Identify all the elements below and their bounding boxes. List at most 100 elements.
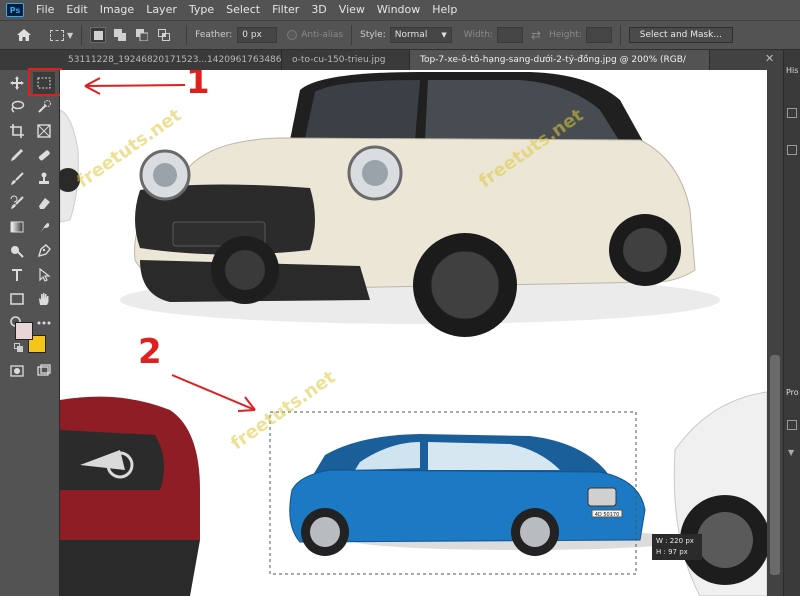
eraser-tool[interactable]	[33, 192, 55, 214]
ellipsis-icon	[37, 321, 51, 325]
default-colors-icon[interactable]	[14, 343, 24, 353]
tab-document-2[interactable]: o-to-cu-150-trieu.jpg	[282, 50, 410, 70]
home-icon	[17, 29, 31, 41]
style-select[interactable]: Normal ▼	[389, 27, 452, 43]
tab-label: 53111228_19246820171523...14209617634860…	[68, 55, 282, 65]
select-and-mask-button[interactable]: Select and Mask...	[628, 27, 733, 43]
chevron-down-icon[interactable]: ▼	[788, 448, 794, 457]
red-arrow-2	[171, 374, 256, 412]
tab-document-active[interactable]: Top-7-xe-ô-tô-hạng-sang-dưới-2-tỷ-đồng.j…	[410, 50, 710, 70]
tab-label: o-to-cu-150-trieu.jpg	[292, 55, 386, 65]
canvas-artwork: 4D 50170	[60, 72, 767, 596]
subtract-selection-icon	[136, 29, 149, 41]
spot-healing-tool[interactable]	[33, 144, 55, 166]
selection-size-tooltip: W : 220 px H : 97 px	[652, 534, 702, 560]
partial-volvo-car	[60, 396, 200, 596]
gradient-icon	[10, 221, 24, 233]
healing-brush-icon	[38, 150, 50, 161]
screen-mode-button[interactable]	[33, 360, 55, 382]
menu-image[interactable]: Image	[94, 0, 140, 20]
scrollbar-thumb[interactable]	[770, 355, 780, 575]
menu-window[interactable]: Window	[371, 0, 426, 20]
chevron-down-icon: ▼	[67, 30, 74, 40]
intersect-selection-icon	[158, 29, 171, 41]
pen-icon	[37, 244, 51, 258]
menu-edit[interactable]: Edit	[60, 0, 93, 20]
type-tool[interactable]	[6, 264, 28, 286]
canvas-scrollbar[interactable]	[767, 70, 783, 596]
menu-3d[interactable]: 3D	[305, 0, 332, 20]
properties-panel-tab[interactable]: Pro	[786, 388, 799, 397]
path-selection-tool[interactable]	[33, 264, 55, 286]
move-icon	[10, 76, 24, 90]
photoshop-logo: Ps	[6, 3, 24, 17]
menu-type[interactable]: Type	[183, 0, 220, 20]
antialias-label: Anti-alias	[301, 30, 344, 40]
close-tab-button[interactable]: ✕	[765, 52, 774, 65]
dodge-tool[interactable]	[6, 240, 28, 262]
new-selection-icon	[93, 30, 103, 40]
subtract-selection-button[interactable]	[134, 27, 150, 43]
history-panel-tab[interactable]: His	[786, 66, 798, 75]
quick-mask-button[interactable]	[6, 360, 28, 382]
chevron-down-icon: ▼	[441, 31, 447, 39]
rectangle-shape-icon	[10, 293, 24, 305]
dodge-icon	[11, 246, 24, 258]
gradient-tool[interactable]	[6, 216, 28, 238]
intersect-selection-button[interactable]	[156, 27, 172, 43]
eyedropper-tool[interactable]	[6, 144, 28, 166]
tab-label: Top-7-xe-ô-tô-hạng-sang-dưới-2-tỷ-đồng.j…	[420, 55, 686, 65]
tool-preset-picker[interactable]: ▼	[50, 29, 74, 41]
panel-icon[interactable]	[787, 145, 797, 155]
divider	[351, 25, 353, 45]
menu-select[interactable]: Select	[220, 0, 266, 20]
panel-icon[interactable]	[787, 108, 797, 118]
lasso-tool[interactable]	[6, 96, 28, 118]
hand-icon	[39, 293, 49, 305]
menu-view[interactable]: View	[333, 0, 371, 20]
options-bar: ▼ Feather: 0 px Anti-alias Style: Normal…	[0, 20, 800, 50]
right-panel-dock: His Pro ▼	[783, 50, 800, 596]
move-tool[interactable]	[6, 72, 28, 94]
history-brush-icon	[10, 195, 24, 209]
tab-document-1[interactable]: 53111228_19246820171523...14209617634860…	[0, 50, 282, 70]
feather-label: Feather:	[195, 30, 233, 40]
history-brush-tool[interactable]	[6, 192, 28, 214]
divider	[81, 25, 83, 45]
height-input[interactable]	[585, 27, 612, 43]
menu-file[interactable]: File	[30, 0, 60, 20]
menu-layer[interactable]: Layer	[140, 0, 183, 20]
hand-tool[interactable]	[33, 288, 55, 310]
divider	[619, 25, 621, 45]
frame-tool[interactable]	[33, 120, 55, 142]
selection-width: W : 220 px	[656, 537, 694, 545]
crop-icon	[10, 124, 24, 138]
marquee-preset-icon	[50, 29, 64, 41]
blur-tool[interactable]	[33, 216, 55, 238]
annotation-number-2: 2	[138, 332, 162, 372]
panel-icon[interactable]	[787, 420, 797, 430]
add-selection-button[interactable]	[112, 27, 128, 43]
clone-stamp-tool[interactable]	[33, 168, 55, 190]
more-tools-button[interactable]	[33, 312, 55, 334]
swap-icon[interactable]: ⇄	[531, 28, 541, 42]
feather-input[interactable]: 0 px	[237, 27, 278, 43]
foreground-color-swatch[interactable]	[15, 322, 33, 340]
home-button[interactable]	[10, 23, 38, 47]
red-arrow-1	[84, 77, 186, 95]
document-canvas[interactable]: 4D 50170 1 2 freetuts.net freetuts.net f…	[60, 70, 767, 596]
menu-help[interactable]: Help	[426, 0, 463, 20]
brush-tool[interactable]	[6, 168, 28, 190]
divider	[186, 25, 188, 45]
screen-mode-icon	[37, 364, 51, 376]
crop-tool[interactable]	[6, 120, 28, 142]
width-input[interactable]	[496, 27, 523, 43]
pen-tool[interactable]	[33, 240, 55, 262]
menu-filter[interactable]: Filter	[266, 0, 305, 20]
eyedropper-icon	[11, 149, 23, 161]
antialias-checkbox[interactable]	[287, 30, 298, 40]
rectangle-tool[interactable]	[6, 288, 28, 310]
quick-selection-tool[interactable]	[33, 96, 55, 118]
smudge-icon	[40, 223, 50, 233]
new-selection-button[interactable]	[90, 27, 107, 43]
